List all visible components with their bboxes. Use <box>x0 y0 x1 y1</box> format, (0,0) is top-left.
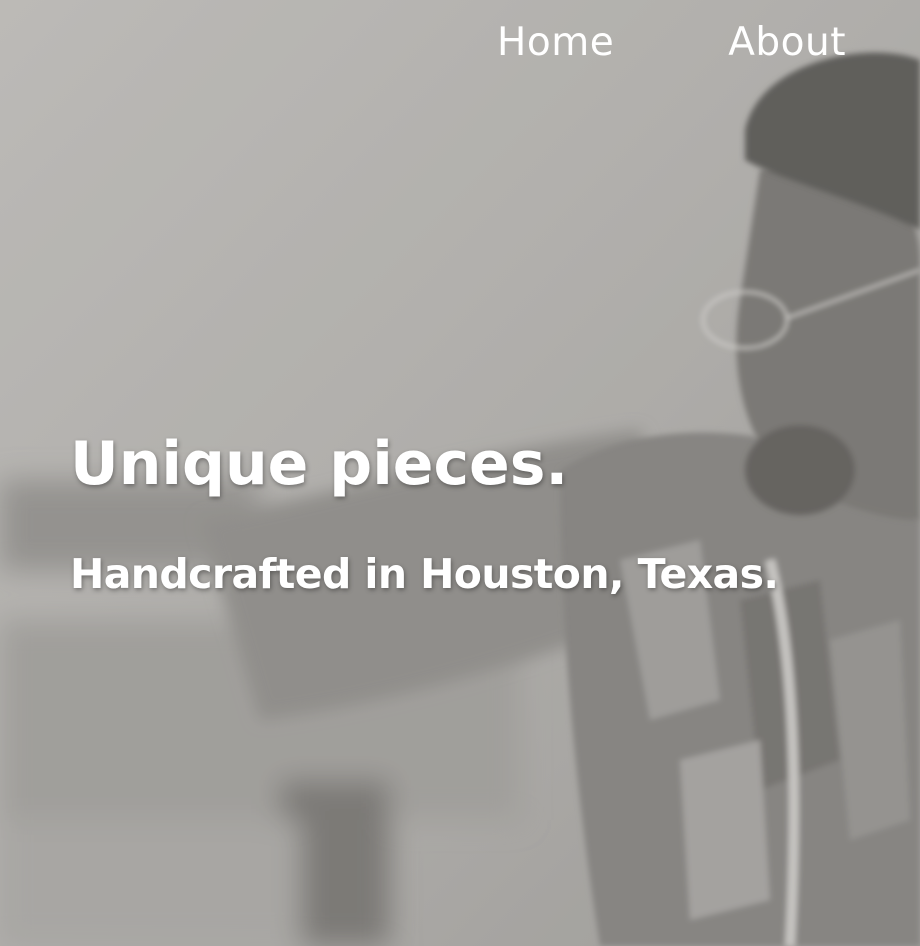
nav-link-about[interactable]: About <box>728 20 846 67</box>
hero-subheadline: Handcrafted in Houston, Texas. <box>70 550 779 598</box>
nav-link-home[interactable]: Home <box>497 20 614 67</box>
hero-headline: Unique pieces. <box>70 429 569 499</box>
hero-section: Home About Unique pieces. Handcrafted in… <box>0 0 920 946</box>
top-navigation: Home About <box>497 20 846 67</box>
